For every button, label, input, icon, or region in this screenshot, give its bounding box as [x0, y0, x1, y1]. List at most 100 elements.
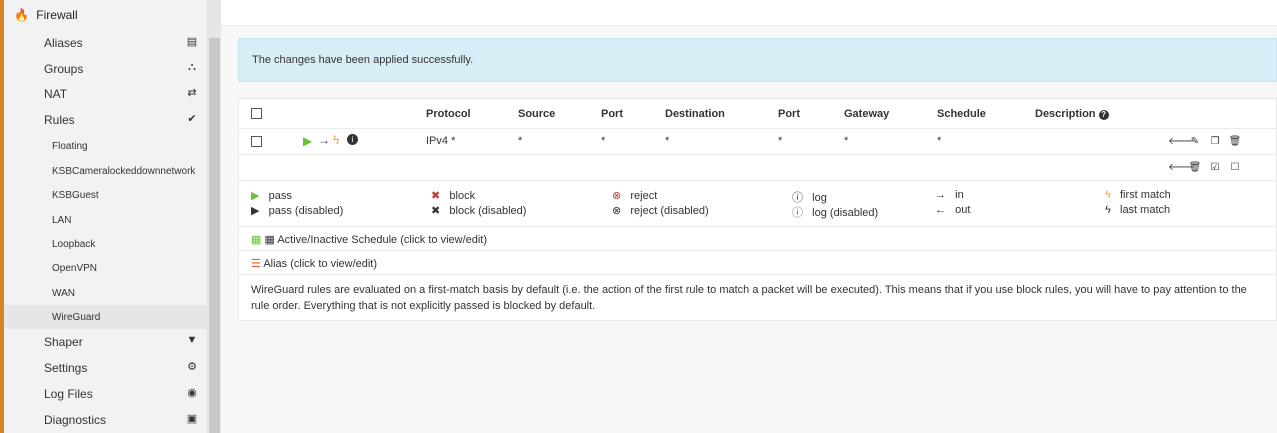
schedule-note-text: Active/Inactive Schedule (click to view/… [277, 234, 488, 246]
legend-out: out [955, 204, 971, 216]
sidebar-item-label: Log Files [44, 387, 93, 401]
sidebar-subitem-wireguard[interactable]: WireGuard [4, 305, 208, 329]
sidebar-scrollbar-thumb[interactable] [209, 38, 220, 433]
first-match-icon: ϟ [1105, 189, 1111, 201]
sidebar-item-label: Groups [44, 62, 84, 76]
block-disabled-icon: ✖ [431, 205, 441, 217]
header-source: Source [518, 108, 556, 120]
sidebar-item-rules[interactable]: Rules ✔ [4, 108, 208, 132]
legend-in: in [955, 189, 964, 201]
sidebar-subitem-label: KSBCameralockeddownnetwork [52, 165, 196, 177]
table-header-row: Protocol Source Port Destination Port Ga… [239, 99, 1277, 129]
header-schedule: Schedule [937, 108, 986, 120]
sidebar-subitem-ksbguest[interactable]: KSBGuest [4, 183, 208, 207]
help-icon[interactable]: ? [1098, 110, 1109, 120]
bulk-actions-row: 🡐 🗑 ☑ ☐ [239, 155, 1277, 181]
schedule-note: ▦ ▦ Active/Inactive Schedule (click to v… [239, 227, 1277, 251]
sidebar-item-aliases[interactable]: Aliases ▤ [4, 31, 208, 55]
edit-pencil-icon[interactable]: ✎ [1188, 135, 1202, 149]
bulk-enable-icon[interactable]: ☑ [1208, 161, 1222, 175]
sidebar-section-firewall[interactable]: 🔥 Firewall [14, 6, 78, 24]
legend-pass-disabled: pass (disabled) [268, 205, 344, 217]
sidebar-subitem-loopback[interactable]: Loopback [4, 232, 208, 256]
sidebar-item-label: Aliases [44, 36, 83, 50]
rule-destination: * [665, 135, 670, 147]
last-match-icon: ϟ [1105, 204, 1111, 216]
legend-block-disabled: block (disabled) [449, 205, 527, 217]
select-all-checkbox[interactable] [251, 108, 262, 119]
pass-icon[interactable]: ▶ [303, 134, 312, 148]
legend-log-disabled: log (disabled) [812, 207, 879, 219]
sidebar-item-label: Shaper [44, 335, 83, 349]
eye-icon: ◉ [187, 387, 197, 399]
log-info-icon[interactable]: i [347, 133, 358, 145]
bulk-delete-icon[interactable]: 🗑 [1188, 161, 1202, 175]
alias-note-text: Alias (click to view/edit) [263, 258, 378, 270]
rule-dst-port: * [778, 135, 783, 147]
sidebar-subitem-ksbcamera[interactable]: KSBCameralockeddownnetwork [4, 159, 208, 183]
rule-source: * [518, 135, 523, 147]
sidebar-item-label: Settings [44, 361, 88, 375]
calendar-active-icon: ▦ [251, 234, 262, 246]
legend-reject: reject [630, 190, 658, 202]
table-row[interactable]: ▶ → ϟ i IPv4 * * * * * * * 🡐 ✎ ❐ 🗑 [239, 129, 1277, 155]
pass-icon: ▶ [251, 190, 260, 202]
delete-trash-icon[interactable]: 🗑 [1228, 135, 1242, 149]
in-arrow-icon: → [935, 189, 946, 201]
sidebar-item-log-files[interactable]: Log Files ◉ [4, 382, 208, 406]
sidebar-item-settings[interactable]: Settings ⚙ [4, 356, 208, 380]
header-protocol: Protocol [426, 108, 471, 120]
pass-disabled-icon: ▶ [251, 205, 260, 217]
legend-pass: pass [268, 190, 292, 202]
cogs-icon: ⚙ [187, 361, 197, 373]
log-disabled-icon: ⓘ [792, 207, 803, 219]
rule-checkbox[interactable] [251, 136, 262, 147]
sitemap-icon: ⛬ [188, 61, 196, 73]
rule-gateway: * [844, 135, 849, 147]
rule-protocol: IPv4 * [426, 135, 456, 147]
sidebar-item-nat[interactable]: NAT ⇄ [4, 82, 208, 106]
sidebar-item-diagnostics[interactable]: Diagnostics ▣ [4, 408, 208, 432]
sidebar-subitem-lan[interactable]: LAN [4, 208, 208, 232]
sidebar-subitem-floating[interactable]: Floating [4, 134, 208, 158]
clone-icon[interactable]: ❐ [1208, 135, 1222, 149]
block-icon: ✖ [431, 190, 441, 202]
header-destination: Destination [665, 108, 725, 120]
sidebar-subitem-label: LAN [52, 214, 72, 226]
legend-block: block [449, 190, 476, 202]
sidebar-subitem-label: Loopback [52, 238, 96, 250]
move-arrow-left-icon[interactable]: 🡐 [1168, 135, 1195, 149]
sidebar: 🔥 Firewall Aliases ▤ Groups ⛬ NAT ⇄ Rule… [0, 0, 208, 433]
calendar-inactive-icon: ▦ [264, 234, 275, 246]
medkit-icon: ▣ [186, 413, 198, 425]
header-gateway: Gateway [844, 108, 890, 120]
top-bar [221, 0, 1277, 26]
sidebar-item-label: Rules [44, 113, 75, 127]
exchange-icon: ⇄ [187, 87, 197, 99]
sidebar-item-label: NAT [44, 87, 68, 101]
sidebar-section-label: Firewall [36, 8, 78, 22]
sidebar-subitem-openvpn[interactable]: OpenVPN [4, 256, 208, 280]
header-description-label: Description [1035, 108, 1096, 120]
alert-message: The changes have been applied successful… [252, 54, 474, 66]
check-icon: ✔ [187, 113, 197, 125]
fire-icon: 🔥 [14, 8, 29, 22]
table-icon: ▤ [186, 36, 198, 48]
bulk-move-icon[interactable]: 🡐 [1168, 161, 1195, 175]
info-note: WireGuard rules are evaluated on a first… [239, 275, 1277, 321]
legend-reject-disabled: reject (disabled) [630, 205, 709, 217]
legend-last-match: last match [1120, 204, 1171, 216]
rules-panel: Protocol Source Port Destination Port Ga… [238, 98, 1277, 321]
sidebar-subitem-wan[interactable]: WAN [4, 281, 208, 305]
bulk-disable-icon[interactable]: ☐ [1228, 161, 1242, 175]
rule-schedule: * [937, 135, 942, 147]
legend-first-match: first match [1120, 189, 1171, 201]
sidebar-item-shaper[interactable]: Shaper ▼ [4, 330, 208, 354]
alias-note: ☰ Alias (click to view/edit) [239, 251, 1277, 275]
sidebar-item-groups[interactable]: Groups ⛬ [4, 57, 208, 81]
log-icon: ⓘ [792, 192, 803, 204]
info-note-text: WireGuard rules are evaluated on a first… [251, 284, 1247, 312]
sidebar-subitem-label: KSBGuest [52, 189, 99, 201]
header-description: Description ? [1035, 108, 1109, 120]
first-match-icon: ϟ [333, 133, 340, 147]
